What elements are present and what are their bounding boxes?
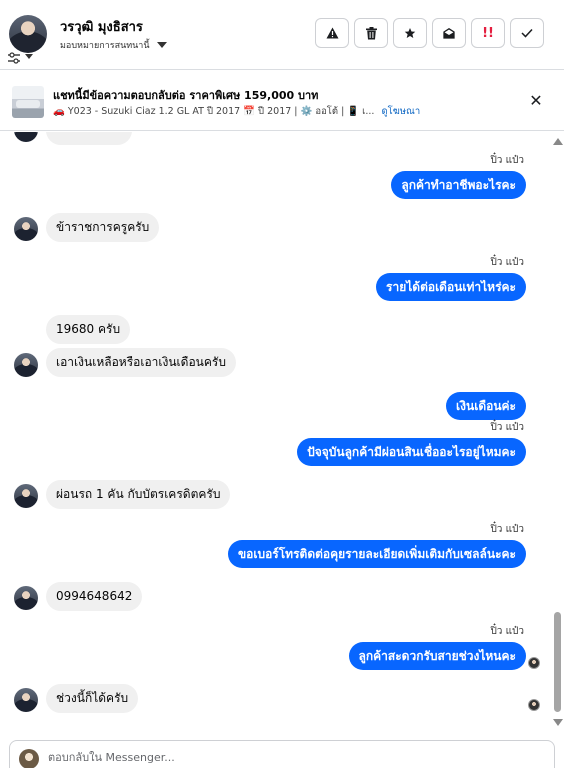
message-outgoing: ปัจจุบันลูกค้ามีผ่อนสินเชื่ออะไรอยู่ไหมค… <box>297 438 526 466</box>
mark-unread-icon <box>443 27 455 39</box>
star-button[interactable] <box>393 18 427 48</box>
seen-indicator-avatar <box>528 699 540 711</box>
check-icon <box>521 28 533 38</box>
customer-name[interactable]: วรวุฒิ มุงธิสาร <box>60 16 143 37</box>
done-button[interactable] <box>510 18 544 48</box>
follow-up-button[interactable]: !! <box>471 18 505 48</box>
message-outgoing: รายได้ต่อเดือนเท่าไหร่คะ <box>376 273 526 301</box>
message-outgoing: ขอเบอร์โทรติดต่อคุยรายละเอียดเพิ่มเติมกั… <box>227 540 526 568</box>
assign-conversation-dropdown[interactable]: มอบหมายการสนทนานี้ <box>60 38 167 52</box>
filter-icon[interactable] <box>7 52 21 64</box>
delete-button[interactable] <box>354 18 388 48</box>
message-incoming: เอาเงินเหลือหรือเอาเงินเดือนครับ <box>46 348 236 377</box>
ad-details: 🚗 Y023 - Suzuki Ciaz 1.2 GL AT ปี 2017 📅… <box>53 106 375 117</box>
scrollbar-thumb[interactable] <box>554 612 561 712</box>
message-incoming: ผ่อนรถ 1 คัน กับบัตรเครดิตครับ <box>46 480 231 509</box>
message-outgoing: เงินเดือนค่ะ <box>446 392 526 420</box>
ad-context-banner: แชทนี้มีข้อความตอบกลับต่อ ราคาพิเศษ 159,… <box>0 71 564 131</box>
customer-avatar-small <box>14 586 38 610</box>
customer-avatar-small <box>14 484 38 508</box>
filter-dropdown-icon[interactable] <box>25 54 33 59</box>
seen-indicator-avatar <box>528 657 540 669</box>
page-avatar <box>19 749 39 768</box>
message-thread[interactable]: ปิ๋ว แป๋ว ลูกค้าทำอาชีพอะไรคะ ข้าราชการค… <box>0 132 552 736</box>
ad-subtitle: 🚗 Y023 - Suzuki Ciaz 1.2 GL AT ปี 2017 📅… <box>53 104 420 119</box>
sender-name: ปิ๋ว แป๋ว <box>490 155 524 166</box>
ad-thumbnail[interactable] <box>12 86 44 118</box>
scroll-up-arrow-icon[interactable] <box>553 138 563 145</box>
view-ad-link[interactable]: ดูโฆษณา <box>381 104 420 119</box>
chevron-down-icon <box>156 42 167 48</box>
ad-title: แชทนี้มีข้อความตอบกลับต่อ ราคาพิเศษ 159,… <box>53 89 319 102</box>
mark-unread-button[interactable] <box>432 18 466 48</box>
message-outgoing: ลูกค้าสะดวกรับสายช่วงไหนคะ <box>348 642 526 670</box>
scroll-down-arrow-icon[interactable] <box>553 719 563 726</box>
sender-name: ปิ๋ว แป๋ว <box>490 257 524 268</box>
message-incoming-partial <box>46 132 132 145</box>
warning-button[interactable] <box>315 18 349 48</box>
customer-avatar[interactable] <box>9 15 47 53</box>
reply-composer[interactable] <box>9 740 555 768</box>
sender-name: ปิ๋ว แป๋ว <box>490 422 524 433</box>
message-outgoing: ลูกค้าทำอาชีพอะไรคะ <box>391 171 526 199</box>
customer-avatar-small <box>14 217 38 241</box>
follow-up-icon: !! <box>482 25 494 41</box>
close-icon[interactable]: ✕ <box>528 91 544 110</box>
sender-name: ปิ๋ว แป๋ว <box>490 524 524 535</box>
message-incoming: 0994648642 <box>46 582 143 611</box>
message-incoming: ข้าราชการครูครับ <box>46 213 160 242</box>
assign-label: มอบหมายการสนทนานี้ <box>60 41 150 51</box>
trash-icon <box>365 26 377 39</box>
message-incoming: 19680 ครับ <box>46 315 131 344</box>
sender-name: ปิ๋ว แป๋ว <box>490 626 524 637</box>
customer-avatar-small <box>14 132 38 142</box>
warning-icon <box>326 27 338 39</box>
star-icon <box>404 28 416 38</box>
reply-input[interactable] <box>48 751 528 764</box>
customer-avatar-small <box>14 688 38 712</box>
message-incoming: ช่วงนี้ก็ได้ครับ <box>46 684 139 713</box>
conversation-toolbar: !! <box>315 18 544 48</box>
customer-avatar-small <box>14 353 38 377</box>
conversation-header: วรวุฒิ มุงธิสาร มอบหมายการสนทนานี้ !! <box>0 0 564 70</box>
